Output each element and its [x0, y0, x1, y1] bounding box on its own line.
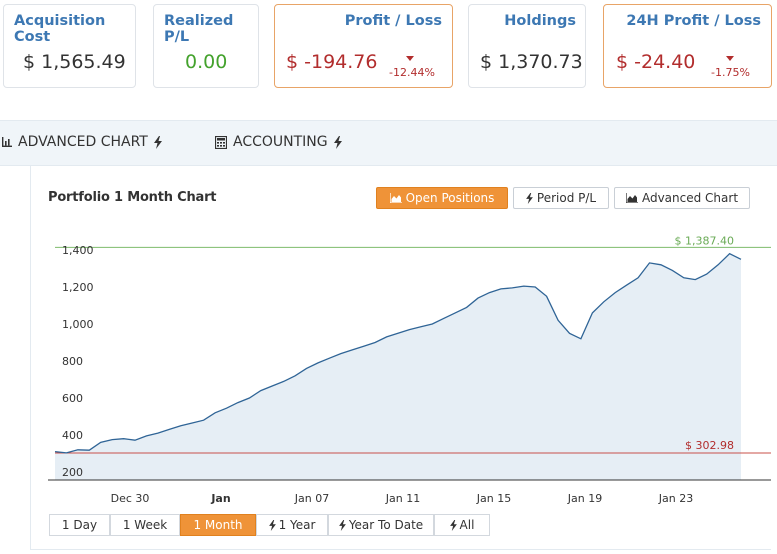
- y-tick-label: 800: [62, 355, 83, 368]
- min-value-label: $ 302.98: [685, 439, 734, 452]
- x-tick-label: Jan 23: [658, 492, 693, 505]
- range-button-1-month[interactable]: 1 Month: [180, 514, 256, 536]
- x-tick-label: Jan 07: [294, 492, 329, 505]
- range-button-label: 1 Month: [193, 518, 243, 532]
- portfolio-chart: 200 400 600 800 1,000 1,200 1,400 Dec 30 Jan Jan…: [48, 234, 771, 505]
- range-button-1-day[interactable]: 1 Day: [49, 514, 110, 536]
- range-button-label: 1 Year: [278, 518, 316, 532]
- y-tick-label: 600: [62, 392, 83, 405]
- range-button-label: 1 Day: [61, 518, 98, 532]
- lightning-icon: [268, 519, 276, 531]
- range-button-label: 1 Week: [122, 518, 168, 532]
- range-button-year-to-date[interactable]: Year To Date: [328, 514, 434, 536]
- range-button-label: Year To Date: [348, 518, 424, 532]
- max-value-label: $ 1,387.40: [675, 234, 734, 247]
- chart-area-fill: [55, 253, 741, 480]
- lightning-icon: [338, 519, 346, 531]
- y-tick-label: 400: [62, 429, 83, 442]
- y-tick-label: 1,400: [62, 244, 94, 257]
- x-tick-label: Jan 19: [567, 492, 602, 505]
- range-button-all[interactable]: All: [434, 514, 490, 536]
- x-tick-label: Jan 15: [476, 492, 511, 505]
- x-tick-label: Dec 30: [111, 492, 150, 505]
- x-tick-label: Jan 11: [385, 492, 420, 505]
- range-button-1-week[interactable]: 1 Week: [110, 514, 180, 536]
- y-tick-label: 200: [62, 466, 83, 479]
- y-tick-label: 1,000: [62, 318, 94, 331]
- range-button-1-year[interactable]: 1 Year: [256, 514, 328, 536]
- lightning-icon: [449, 519, 457, 531]
- range-button-label: All: [459, 518, 475, 532]
- x-axis-ticks: Dec 30 Jan Jan 07 Jan 11 Jan 15 Jan 19 Jan 23: [111, 492, 694, 505]
- y-axis-ticks: 200 400 600 800 1,000 1,200 1,400: [62, 244, 94, 479]
- y-tick-label: 1,200: [62, 281, 94, 294]
- x-tick-label: Jan: [210, 492, 230, 505]
